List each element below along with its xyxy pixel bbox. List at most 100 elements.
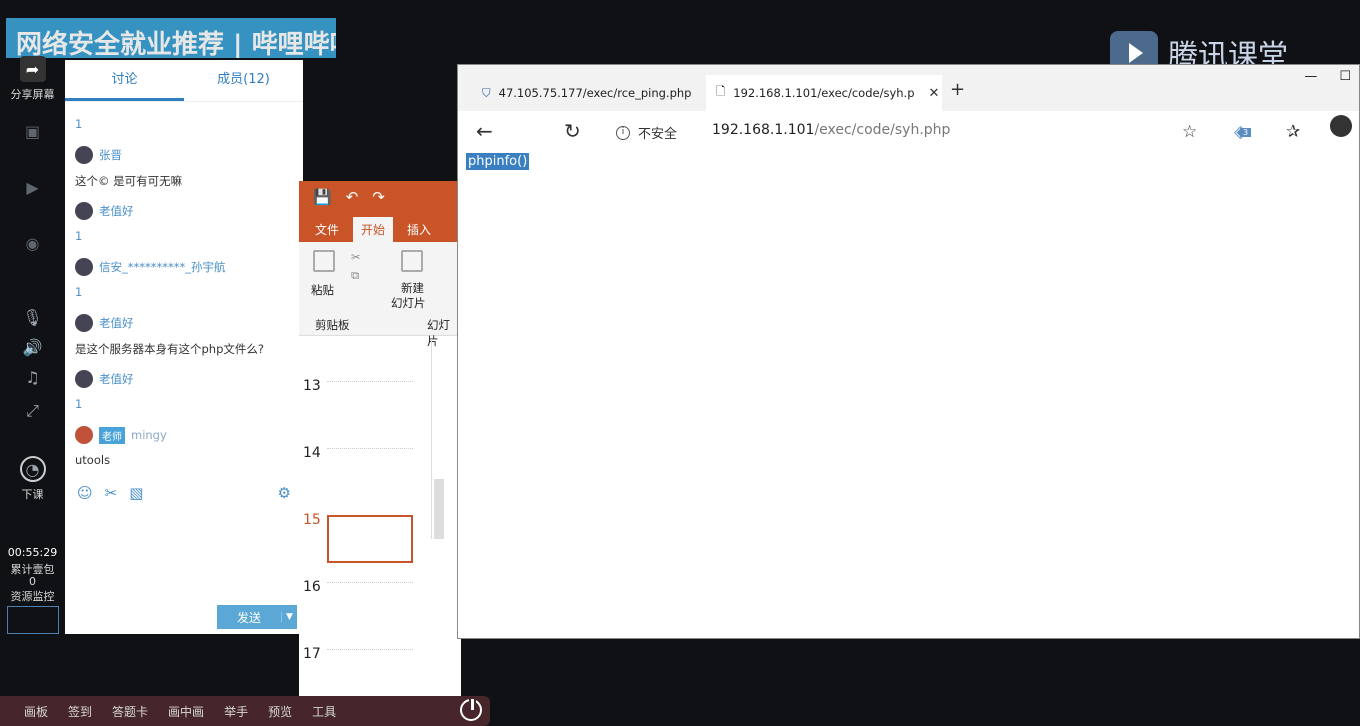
resource-monitor-graph <box>6 606 59 634</box>
new-slide-icon[interactable] <box>401 250 423 272</box>
undo-icon[interactable]: ↶ <box>346 188 359 206</box>
browser-tab[interactable]: ⛉ 47.105.75.177/exec/rce_ping.php ✕ <box>472 75 716 111</box>
back-arrow-icon[interactable]: ← <box>476 119 493 143</box>
slide-thumbnail[interactable] <box>327 448 413 496</box>
share-screen-button[interactable]: ➦ 分享屏幕 <box>0 56 65 102</box>
maximize-icon[interactable]: ☐ <box>1339 69 1351 84</box>
taskbar-raise-hand[interactable]: 举手 <box>224 703 248 720</box>
minimize-icon[interactable]: — <box>1304 69 1317 84</box>
avatar <box>75 258 93 276</box>
paste-icon[interactable] <box>313 250 335 272</box>
window-controls: — ☐ <box>1304 69 1351 84</box>
slide-thumbnail[interactable] <box>327 649 413 697</box>
share-screen-icon: ➦ <box>19 56 46 82</box>
chat-user[interactable]: 老值好 <box>75 202 134 220</box>
power-ring-icon: ◔ <box>19 456 46 482</box>
tab-discussion[interactable]: 讨论 <box>65 60 184 101</box>
power-icon[interactable] <box>460 697 482 721</box>
clipboard-group-label: 剪贴板 <box>315 318 350 332</box>
page-text: phpinfo() <box>466 153 530 170</box>
taskbar-picture-in-picture[interactable]: 画中画 <box>168 703 204 720</box>
avatar <box>75 202 93 220</box>
browser-window: ⛉ 47.105.75.177/exec/rce_ping.php ✕ 🗋 19… <box>457 64 1360 639</box>
camera-tool-button[interactable]: ◉ <box>0 230 65 260</box>
avatar <box>75 146 93 164</box>
image-icon[interactable]: ▧ <box>129 484 143 502</box>
end-class-button[interactable]: ◔ 下课 <box>0 456 65 502</box>
tab-insert[interactable]: 插入 <box>399 217 439 242</box>
chat-user[interactable]: 老值好 <box>75 314 134 332</box>
paste-label[interactable]: 粘贴 <box>311 282 334 298</box>
ppt-title-bar: 💾 ↶ ↷ <box>299 181 461 213</box>
left-toolbar: ➦ 分享屏幕 ▣ ▶ ◉ 🎙 🔊 ♫ ⤢ ◔ 下课 00:55:29 累计壹包 … <box>0 50 65 634</box>
chat-teacher[interactable]: 老师 mingy <box>75 426 167 444</box>
new-tab-button[interactable]: + <box>950 79 965 100</box>
fullscreen-button[interactable]: ⤢ <box>0 398 65 428</box>
taskbar-whiteboard[interactable]: 画板 <box>24 703 48 720</box>
address-bar: ← ↻ i 不安全 192.168.1.101/exec/code/syh.ph… <box>458 111 1359 151</box>
tab-members[interactable]: 成员(12) <box>184 60 303 101</box>
browser-tabbar: ⛉ 47.105.75.177/exec/rce_ping.php ✕ 🗋 19… <box>458 65 1359 111</box>
close-icon[interactable]: ✕ <box>929 86 940 101</box>
emoji-icon[interactable]: ☺ <box>77 484 93 502</box>
chat-tabs: 讨论 成员(12) <box>65 60 303 102</box>
new-slide-label[interactable]: 新建 <box>401 280 424 296</box>
tab-title: 192.168.1.101/exec/code/syh.p <box>733 86 915 100</box>
teacher-badge: 老师 <box>99 426 125 444</box>
video-icon: ▶ <box>26 177 39 197</box>
class-timer: 00:55:29 <box>7 546 58 559</box>
ppt-tool-button[interactable]: ▣ <box>0 118 65 148</box>
scissors-icon[interactable]: ✂ <box>105 484 118 502</box>
redo-icon[interactable]: ↷ <box>372 188 385 206</box>
profile-avatar[interactable] <box>1330 115 1352 137</box>
copy-icon[interactable]: ⧉ <box>351 268 359 283</box>
browser-tab-active[interactable]: 🗋 192.168.1.101/exec/code/syh.p ✕ <box>706 75 942 111</box>
reload-icon[interactable]: ↻ <box>564 119 581 143</box>
slide-thumbnail[interactable] <box>327 582 413 630</box>
taskbar-tools[interactable]: 工具 <box>312 703 336 720</box>
slide-thumbnail-selected[interactable] <box>327 515 413 563</box>
chevron-down-icon[interactable]: ▼ <box>281 612 297 622</box>
video-tool-button[interactable]: ▶ <box>0 174 65 204</box>
chat-message: 1 <box>75 117 83 131</box>
chat-user[interactable]: 张晋 <box>75 146 122 164</box>
end-class-label: 下课 <box>21 488 44 501</box>
ppt-icon: ▣ <box>24 121 41 141</box>
speaker-icon: 🔊 <box>22 337 43 357</box>
url-input[interactable]: 192.168.1.101/exec/code/syh.php <box>712 122 950 138</box>
chat-user[interactable]: 老值好 <box>75 370 134 388</box>
favorites-icon[interactable]: ✰ <box>1286 122 1300 142</box>
chat-username: 信安_**********_孙宇航 <box>99 260 226 274</box>
microphone-button[interactable]: 🎙 <box>0 304 65 334</box>
resource-monitor-label: 资源监控 <box>10 590 55 603</box>
chat-user[interactable]: 信安_**********_孙宇航 <box>75 258 226 276</box>
tab-file[interactable]: 文件 <box>307 217 347 242</box>
avatar <box>75 314 93 332</box>
resource-monitor-button[interactable]: 资源监控 <box>0 588 65 634</box>
chat-username: mingy <box>131 428 167 442</box>
class-taskbar: 画板 签到 答题卡 画中画 举手 预览 工具 <box>0 696 490 726</box>
chat-tools: ☺ ✂ ▧ <box>77 484 143 502</box>
taskbar-answer-card[interactable]: 答题卡 <box>112 703 148 720</box>
chat-username: 张晋 <box>99 148 122 162</box>
taskbar-preview[interactable]: 预览 <box>268 703 292 720</box>
star-icon[interactable]: ☆ <box>1182 122 1197 142</box>
chat-message: utools <box>75 453 111 467</box>
new-slide-label-2[interactable]: 幻灯片 <box>391 295 426 311</box>
expand-icon: ⤢ <box>26 401 39 420</box>
settings-icon[interactable]: ⚙ <box>278 484 291 502</box>
cut-icon[interactable]: ✂ <box>351 250 361 264</box>
send-button[interactable]: 发送 ▼ <box>217 605 297 629</box>
slide-thumbnail[interactable] <box>327 381 413 429</box>
gift-counter: 累计壹包 0 <box>0 564 65 588</box>
save-icon[interactable]: 💾 <box>313 188 332 206</box>
slide-panel-scrollbar[interactable] <box>431 339 445 539</box>
music-icon: ♫ <box>25 367 40 387</box>
security-indicator[interactable]: i 不安全 <box>616 123 677 142</box>
tab-home[interactable]: 开始 <box>353 217 394 242</box>
scrollbar-thumb[interactable] <box>434 479 444 539</box>
info-icon: i <box>616 125 630 140</box>
speaker-button[interactable]: 🔊 <box>0 334 65 364</box>
music-button[interactable]: ♫ <box>0 364 65 394</box>
taskbar-checkin[interactable]: 签到 <box>68 703 92 720</box>
